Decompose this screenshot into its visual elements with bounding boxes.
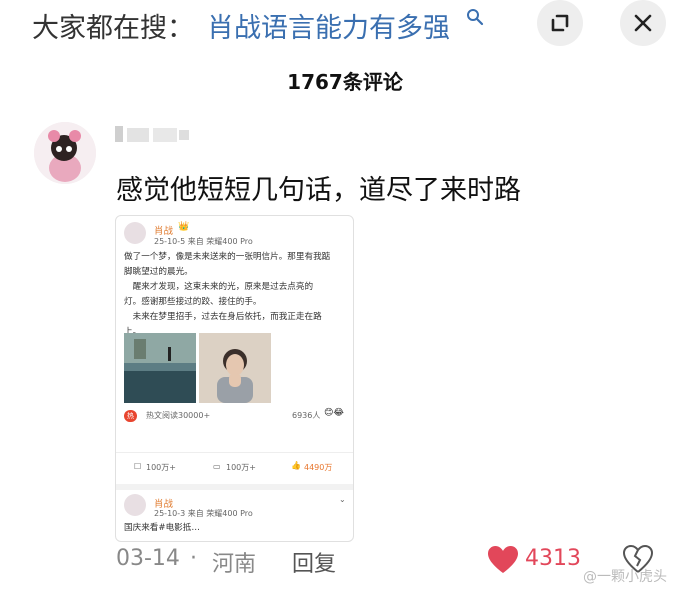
comment-location: 河南 (212, 552, 257, 577)
search-icon[interactable] (466, 8, 484, 26)
repost-count: 100万+ (146, 463, 176, 472)
post-meta-2: 25-10-3 来自 荣耀400 Pro (154, 509, 253, 518)
heart-icon[interactable] (487, 545, 519, 575)
collapse-button[interactable] (537, 0, 583, 46)
reply-button[interactable]: 回复 (292, 546, 336, 578)
post-line: 醒来才发现，这束未来的光，原来是过去点亮的 (124, 282, 314, 292)
watermark: @一颗小虎头 (583, 569, 667, 585)
post-line: 脚眺望过的晨光。 (124, 267, 193, 277)
chevron-down-icon: ⌄ (339, 495, 346, 504)
post-body-2: 国庆来看#电影抵… (124, 523, 200, 533)
comment-count: 1767条评论 (287, 70, 403, 94)
comment-date: 03-14 (116, 546, 180, 571)
reaction-emoji-icons: 😊😂 (324, 408, 344, 418)
avatar-image (34, 122, 96, 184)
crown-icon: 👑 (178, 222, 190, 232)
divider (116, 452, 353, 453)
like-thumb-icon: 👍 (291, 461, 301, 470)
post-line: 灯。感谢那些接过的跤、接住的手。 (124, 297, 262, 307)
hot-badge: 热 (124, 410, 137, 422)
comment-icon: ▭ (213, 462, 221, 471)
repost-icon: ☐ (134, 462, 142, 471)
post-photo-person (199, 333, 271, 403)
meta-separator: · (190, 546, 197, 571)
username-blurred[interactable] (115, 124, 195, 146)
close-button[interactable] (620, 0, 666, 46)
post-separator (116, 484, 353, 490)
post-photo-lake (124, 333, 196, 403)
search-query-link[interactable]: 肖战语言能力有多强 (207, 6, 450, 45)
post-author-avatar-2 (124, 494, 146, 516)
search-prefix: 大家都在搜： (32, 13, 194, 44)
post-line: 未来在梦里招手，过去在身后依托，而我正走在路 (124, 312, 322, 322)
comment-text: 感觉他短短几句话，道尽了来时路 (116, 175, 521, 206)
top-bar: 大家都在搜： 肖战语言能力有多强 (0, 0, 690, 50)
post-line: 做了一个梦，像是未来送来的一张明信片。那里有我踮 (124, 252, 331, 262)
post-body: 做了一个梦，像是未来送来的一张明信片。那里有我踮 脚眺望过的晨光。 醒来才发现，… (124, 250, 349, 340)
post-author-name: 肖战 (154, 226, 174, 237)
post-author-avatar (124, 222, 146, 244)
post-meta: 25-10-5 来自 荣耀400 Pro (154, 237, 253, 246)
close-icon (634, 14, 652, 32)
embedded-post-image[interactable]: 肖战 👑 25-10-5 来自 荣耀400 Pro 做了一个梦，像是未来送来的一… (115, 215, 354, 542)
avatar[interactable] (34, 122, 96, 184)
like-action-count: 4490万 (304, 463, 333, 472)
hot-read-count: 热文阅读30000+ (146, 411, 211, 420)
reaction-count: 6936人 (292, 411, 321, 420)
collapse-icon (551, 14, 569, 32)
comment-action-count: 100万+ (226, 463, 256, 472)
like-count: 4313 (525, 546, 581, 571)
